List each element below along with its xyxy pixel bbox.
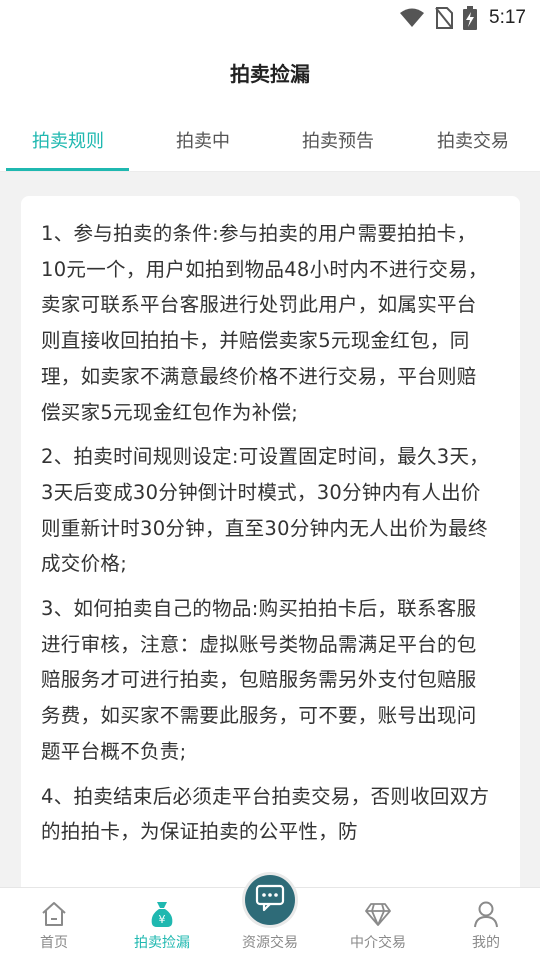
diamond-icon xyxy=(364,900,392,928)
rule-item: 1、参与拍卖的条件:参与拍卖的用户需要拍拍卡，10元一个，用户如拍到物品48小时… xyxy=(41,222,488,424)
app-screen: 5:17 拍卖捡漏 拍卖规则 拍卖中 拍卖预告 拍卖交易 1、参与拍卖的条件:参… xyxy=(0,0,540,960)
tab-auction-rules[interactable]: 拍卖规则 xyxy=(6,108,130,172)
status-time: 5:17 xyxy=(489,7,526,28)
user-icon xyxy=(473,900,499,928)
resource-trade-center-button[interactable] xyxy=(242,872,298,928)
nav-mine[interactable]: 我的 xyxy=(432,888,540,960)
tab-auction-preview[interactable]: 拍卖预告 xyxy=(276,108,400,172)
rule-item: 2、拍卖时间规则设定:可设置固定时间，最久3天，3天后变成30分钟倒计时模式，3… xyxy=(41,445,490,576)
money-bag-icon: ¥ xyxy=(149,900,175,928)
nav-auction[interactable]: ¥ 拍卖捡漏 xyxy=(108,888,216,960)
home-icon xyxy=(40,900,68,928)
battery-charging-icon xyxy=(463,6,478,30)
svg-text:¥: ¥ xyxy=(159,913,166,926)
nav-label: 拍卖捡漏 xyxy=(134,935,190,951)
nav-label: 中介交易 xyxy=(350,935,406,951)
no-sim-icon xyxy=(435,7,454,29)
status-icons: 5:17 xyxy=(399,5,526,31)
rules-card: 1、参与拍卖的条件:参与拍卖的用户需要拍拍卡，10元一个，用户如拍到物品48小时… xyxy=(21,196,520,956)
tab-bar: 拍卖规则 拍卖中 拍卖预告 拍卖交易 xyxy=(0,108,540,172)
status-bar: 5:17 xyxy=(0,0,540,36)
header: 拍卖捡漏 xyxy=(0,36,540,108)
nav-agency-trade[interactable]: 中介交易 xyxy=(324,888,432,960)
page-title: 拍卖捡漏 xyxy=(230,61,310,86)
nav-label: 首页 xyxy=(40,935,68,951)
rule-item: 3、如何拍卖自己的物品:购买拍拍卡后，联系客服进行审核，注意：虚拟账号类物品需满… xyxy=(41,597,477,763)
center-button-circle xyxy=(245,875,295,925)
rule-item: 4、拍卖结束后必须走平台拍卖交易，否则收回双方的拍拍卡，为保证拍卖的公平性，防 xyxy=(41,784,490,844)
nav-home[interactable]: 首页 xyxy=(0,888,108,960)
nav-label: 资源交易 xyxy=(242,935,298,951)
nav-label: 我的 xyxy=(472,935,500,951)
tab-auction-live[interactable]: 拍卖中 xyxy=(141,108,265,172)
wifi-icon xyxy=(399,8,425,28)
tab-auction-trade[interactable]: 拍卖交易 xyxy=(411,108,535,172)
chat-bubble-icon xyxy=(255,884,285,916)
active-tab-indicator xyxy=(6,168,129,171)
